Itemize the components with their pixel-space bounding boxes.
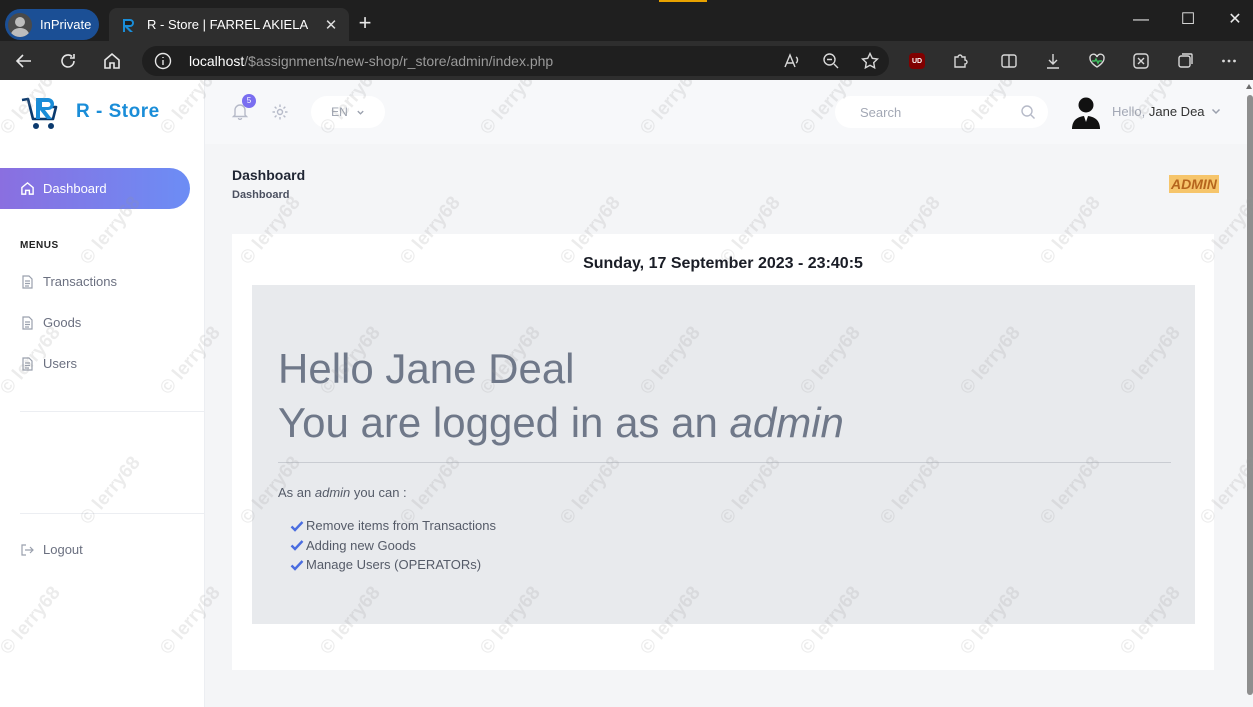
language-value: EN — [331, 105, 348, 119]
capabilities-list: Remove items from Transactions Adding ne… — [290, 516, 496, 575]
sidebar-item-label: Goods — [43, 315, 82, 330]
refresh-icon[interactable] — [55, 48, 81, 74]
address-bar[interactable]: localhost/$assignments/new-shop/r_store/… — [142, 46, 889, 76]
sidebar-item-goods[interactable]: Goods — [20, 315, 81, 330]
sidebar-item-label: Transactions — [43, 274, 117, 289]
dashboard-card: Sunday, 17 September 2023 - 23:40:5 Hell… — [232, 234, 1214, 670]
r-store-logo-icon — [21, 97, 58, 129]
page-scrollbar[interactable] — [1247, 95, 1253, 695]
sidebar-item-label: Users — [43, 356, 77, 371]
checkmark-icon — [290, 540, 304, 551]
extensions-puzzle-icon[interactable] — [950, 50, 972, 72]
gear-icon[interactable] — [271, 103, 289, 121]
sidebar-item-logout[interactable]: Logout — [20, 542, 83, 557]
list-item: Remove items from Transactions — [290, 516, 496, 536]
ublock-extension-icon[interactable]: UD — [906, 50, 928, 72]
top-navbar: 5 EN Hello, Jane Dea — [205, 80, 1253, 144]
sidebar-item-dashboard[interactable]: Dashboard — [0, 168, 190, 209]
sidebar-item-users[interactable]: Users — [20, 356, 77, 371]
panel-divider — [278, 462, 1171, 463]
document-icon — [22, 356, 33, 371]
brand-name: R - Store — [76, 101, 160, 122]
user-menu[interactable]: Hello, Jane Dea — [1112, 104, 1205, 119]
browser-tab-bar: InPrivate R - Store | FARREL AKIELA ✕ + … — [0, 0, 1253, 41]
page-title: Dashboard — [232, 167, 306, 183]
checkmark-icon — [290, 559, 304, 571]
browser-tab[interactable]: R - Store | FARREL AKIELA ✕ — [109, 8, 349, 41]
sidebar-item-label: Dashboard — [43, 181, 107, 196]
chevron-down-icon — [357, 110, 364, 115]
tab-title: R - Store | FARREL AKIELA — [147, 17, 309, 32]
document-icon — [22, 315, 33, 330]
scroll-up-arrow-icon[interactable] — [1246, 84, 1252, 89]
brand[interactable]: R - Store — [20, 92, 160, 132]
home-icon — [21, 181, 34, 195]
read-aloud-icon[interactable] — [781, 50, 803, 72]
list-item: Adding new Goods — [290, 536, 496, 556]
role-badge: ADMIN — [1169, 175, 1219, 193]
math-solver-icon[interactable] — [1130, 50, 1152, 72]
role-line: You are logged in as an admin — [278, 399, 844, 446]
collections-icon[interactable] — [1174, 50, 1196, 72]
capabilities-caption: As an admin you can : — [278, 485, 407, 500]
sidebar-item-transactions[interactable]: Transactions — [20, 274, 117, 289]
sidebar-divider — [20, 513, 204, 514]
app-root: R - Store Dashboard MENUS Transactions G… — [0, 80, 1253, 707]
user-avatar-icon[interactable] — [1071, 95, 1101, 129]
language-dropdown[interactable]: EN — [311, 96, 385, 128]
zoom-out-icon[interactable] — [820, 50, 842, 72]
more-options-icon[interactable] — [1218, 50, 1240, 72]
new-tab-button[interactable]: + — [354, 12, 376, 34]
search-input[interactable] — [860, 96, 1020, 128]
welcome-panel: Hello Jane Deal You are logged in as an … — [252, 285, 1195, 624]
sidebar-divider — [20, 411, 204, 412]
inprivate-button[interactable]: InPrivate — [5, 9, 99, 40]
checkmark-icon — [290, 520, 304, 532]
inprivate-label: InPrivate — [40, 17, 92, 32]
window-accent-line — [659, 0, 707, 2]
chevron-down-icon[interactable] — [1210, 105, 1222, 117]
tab-close-icon[interactable]: ✕ — [321, 16, 341, 34]
split-screen-icon[interactable] — [998, 50, 1020, 72]
search-icon[interactable] — [1020, 104, 1036, 120]
sidebar-item-label: Logout — [43, 542, 83, 557]
greeting-line: Hello Jane Deal — [278, 345, 575, 392]
close-window-icon[interactable]: ✕ — [1212, 8, 1253, 32]
page-header: Dashboard Dashboard — [232, 167, 305, 201]
minimize-icon[interactable]: — — [1118, 8, 1164, 32]
menu-section-title: MENUS — [20, 240, 59, 251]
user-name: Jane Dea — [1148, 104, 1205, 119]
performance-heart-icon[interactable] — [1086, 50, 1108, 72]
document-icon — [22, 274, 33, 289]
maximize-icon[interactable]: ☐ — [1165, 8, 1211, 32]
downloads-icon[interactable] — [1042, 50, 1064, 72]
welcome-heading: Hello Jane Deal You are logged in as an … — [278, 342, 844, 450]
address-url[interactable]: localhost/$assignments/new-shop/r_store/… — [189, 53, 553, 69]
site-info-icon[interactable] — [154, 52, 172, 70]
role-emphasis: admin — [729, 399, 844, 446]
favorite-star-icon[interactable] — [859, 50, 881, 72]
search-box — [835, 96, 1048, 128]
logout-icon — [21, 543, 34, 556]
browser-toolbar: localhost/$assignments/new-shop/r_store/… — [0, 41, 1253, 80]
r-store-favicon-icon — [123, 18, 134, 32]
list-item: Manage Users (OPERATORs) — [290, 555, 496, 575]
current-datetime: Sunday, 17 September 2023 - 23:40:5 — [583, 255, 863, 272]
back-arrow-icon[interactable] — [11, 48, 37, 74]
breadcrumb[interactable]: Dashboard — [232, 189, 305, 201]
sidebar: R - Store Dashboard MENUS Transactions G… — [0, 80, 205, 707]
profile-avatar-icon — [8, 12, 32, 37]
notification-count-badge: 5 — [242, 94, 256, 108]
home-icon[interactable] — [99, 48, 125, 74]
user-greeting: Hello, — [1112, 104, 1146, 119]
